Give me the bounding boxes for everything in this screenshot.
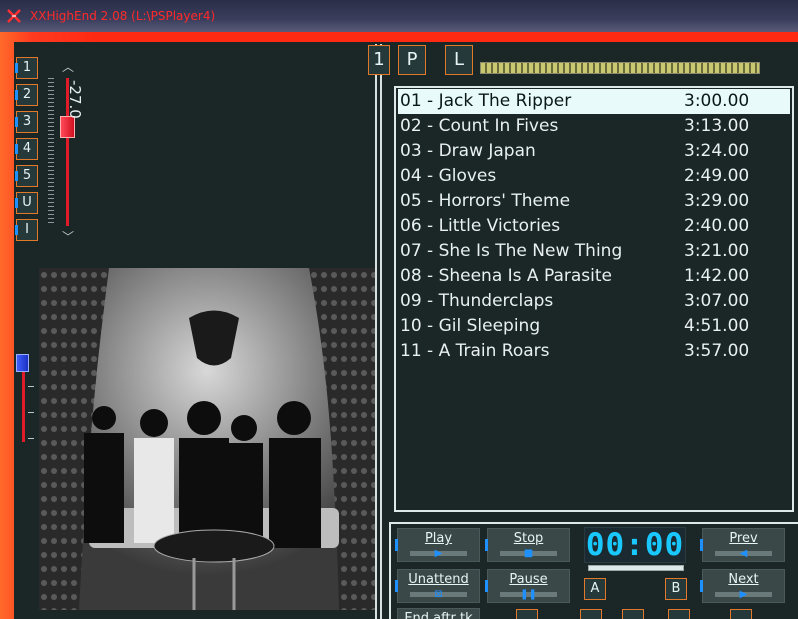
title-bar: XXHighEnd 2.08 (L:\PSPlayer4) [0, 0, 798, 32]
small-button[interactable] [622, 609, 644, 619]
volume-scale [48, 78, 54, 226]
pane-divider [380, 44, 382, 619]
track-title: 03 - Draw Japan [400, 141, 536, 161]
volume-down-icon[interactable]: ﹀ [60, 230, 76, 244]
playlist-track[interactable]: 10 - Gil Sleeping 4:51.00 [398, 314, 790, 339]
b-marker-button[interactable]: B [665, 578, 687, 600]
seek-bar[interactable] [480, 62, 760, 74]
pane-divider[interactable] [375, 44, 377, 619]
prev-button[interactable]: Prev ◀ [700, 528, 785, 562]
track-title: 11 - A Train Roars [400, 341, 550, 361]
playlist-track[interactable]: 06 - Little Victories 2:40.00 [398, 214, 790, 239]
track-title: 02 - Count In Fives [400, 116, 559, 136]
small-button[interactable] [516, 609, 538, 619]
window-title: XXHighEnd 2.08 (L:\PSPlayer4) [30, 9, 216, 23]
end-after-track-label: End aftr tk [404, 611, 473, 619]
playlist-track[interactable]: 11 - A Train Roars 3:57.00 [398, 339, 790, 364]
album-art [39, 268, 375, 610]
track-duration: 3:29.00 [684, 191, 750, 211]
preset-button-u[interactable]: U [15, 192, 38, 214]
play-icon: ▶ [434, 548, 443, 559]
app-window: XXHighEnd 2.08 (L:\PSPlayer4) 12345UI ︿ … [0, 0, 798, 619]
prev-icon: ◀ [739, 548, 748, 559]
small-button[interactable] [668, 609, 690, 619]
next-label: Next [728, 572, 759, 587]
next-button[interactable]: Next ▶ [700, 569, 785, 603]
playlist-track[interactable]: 01 - Jack The Ripper 3:00.00 [398, 89, 790, 114]
small-button[interactable] [580, 609, 602, 619]
app-logo-icon [7, 9, 21, 23]
volume-up-icon[interactable]: ︿ [60, 60, 76, 74]
track-title: 07 - She Is The New Thing [400, 241, 623, 261]
end-after-track-button[interactable]: End aftr tk [397, 608, 480, 619]
track-duration: 3:07.00 [684, 291, 750, 311]
track-title: 04 - Gloves [400, 166, 497, 186]
playlist-track[interactable]: 03 - Draw Japan 3:24.00 [398, 139, 790, 164]
track-duration: 3:00.00 [684, 91, 750, 111]
a-marker-button[interactable]: A [584, 578, 606, 600]
time-display: 00:00 [584, 527, 686, 563]
track-title: 01 - Jack The Ripper [400, 91, 572, 111]
stop-button[interactable]: Stop ■ [485, 528, 570, 562]
prev-label: Prev [729, 531, 758, 546]
track-title: 08 - Sheena Is A Parasite [400, 266, 612, 286]
pause-icon: ❚❚ [520, 589, 537, 600]
play-button[interactable]: Play ▶ [395, 528, 480, 562]
balance-tick [28, 412, 34, 413]
playlist-track[interactable]: 09 - Thunderclaps 3:07.00 [398, 289, 790, 314]
track-duration: 2:49.00 [684, 166, 750, 186]
volume-slider-thumb[interactable] [60, 115, 75, 138]
playlist-track[interactable]: 04 - Gloves 2:49.00 [398, 164, 790, 189]
playlist-track[interactable]: 05 - Horrors' Theme 3:29.00 [398, 189, 790, 214]
preset-button-2[interactable]: 2 [15, 84, 38, 106]
track-duration: 3:24.00 [684, 141, 750, 161]
stop-label: Stop [513, 531, 544, 546]
album-index-button[interactable]: 1 [368, 45, 390, 75]
track-duration: 2:40.00 [684, 216, 750, 236]
band-photo [39, 268, 375, 610]
next-icon: ▶ [739, 589, 748, 600]
unattend-icon: ⊠ [434, 589, 443, 600]
unattend-label: Unattend [408, 572, 469, 587]
playlist-track[interactable]: 08 - Sheena Is A Parasite 1:42.00 [398, 264, 790, 289]
track-title: 06 - Little Victories [400, 216, 561, 236]
preset-button-1[interactable]: 1 [15, 57, 38, 79]
playlist-button[interactable]: P [398, 45, 426, 75]
preset-button-3[interactable]: 3 [15, 111, 38, 133]
pause-button[interactable]: Pause ❚❚ [485, 569, 570, 603]
play-label: Play [424, 531, 453, 546]
track-duration: 3:57.00 [684, 341, 750, 361]
track-title: 09 - Thunderclaps [400, 291, 554, 311]
playlist: 01 - Jack The Ripper 3:00.00 02 - Count In… [394, 86, 794, 512]
balance-tick [28, 386, 34, 387]
track-duration: 3:21.00 [684, 241, 750, 261]
library-button[interactable]: L [445, 45, 473, 75]
small-button[interactable] [730, 609, 752, 619]
volume-readout: -27.0 [66, 80, 84, 119]
balance-tick [28, 438, 34, 439]
track-duration: 1:42.00 [684, 266, 750, 286]
track-duration: 3:13.00 [684, 116, 750, 136]
preset-button-i[interactable]: I [15, 219, 38, 241]
unattend-button[interactable]: Unattend ⊠ [395, 569, 480, 603]
balance-slider-track[interactable] [22, 372, 25, 442]
stop-icon: ■ [523, 548, 534, 559]
preset-button-4[interactable]: 4 [15, 138, 38, 160]
track-title: 05 - Horrors' Theme [400, 191, 571, 211]
track-title: 10 - Gil Sleeping [400, 316, 541, 336]
pause-label: Pause [509, 572, 548, 587]
playlist-track[interactable]: 07 - She Is The New Thing 3:21.00 [398, 239, 790, 264]
preset-button-5[interactable]: 5 [15, 165, 38, 187]
balance-slider-thumb[interactable] [16, 354, 29, 372]
track-duration: 4:51.00 [684, 316, 750, 336]
playlist-track[interactable]: 02 - Count In Fives 3:13.00 [398, 114, 790, 139]
track-progress[interactable] [588, 565, 684, 571]
